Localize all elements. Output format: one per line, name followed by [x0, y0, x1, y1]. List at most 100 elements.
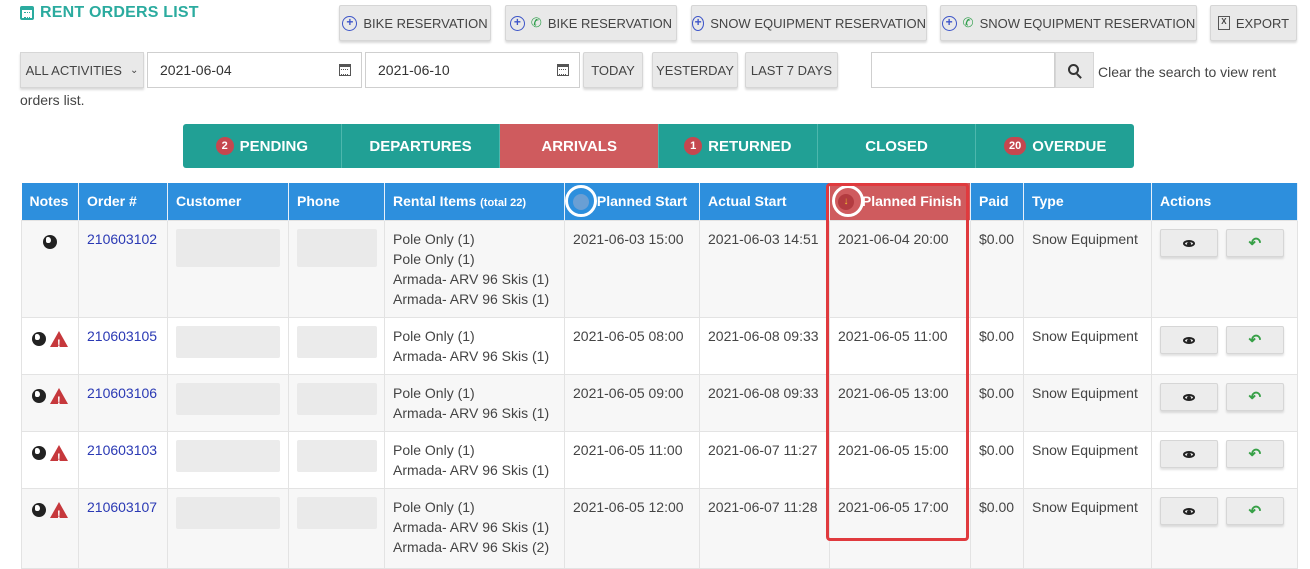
globe-icon[interactable] [32, 502, 46, 517]
phone-cell [288, 487, 385, 569]
tab-overdue[interactable]: 20 OVERDUE [976, 124, 1134, 168]
column-paid[interactable]: Paid [970, 183, 1024, 220]
items-cell: Pole Only (1) Armada- ARV 96 Skis (1) [384, 430, 565, 489]
return-button[interactable]: ↶ [1225, 439, 1284, 468]
rent-orders-table: Notes Order # Customer Phone Rental Item… [21, 183, 1298, 569]
planned-finish-cell: 2021-06-05 11:00 [829, 316, 971, 375]
phone-icon: ✆ [962, 15, 974, 30]
type-cell: Snow Equipment [1023, 487, 1152, 569]
customer-redacted [176, 439, 280, 472]
warning-icon[interactable] [50, 387, 68, 411]
phone-redacted [297, 382, 377, 415]
phone-icon: ✆ [530, 15, 542, 30]
rental-item: Armada- ARV 96 Skis (1) [393, 461, 550, 478]
reply-arrow-icon: ↶ [1248, 445, 1262, 463]
globe-icon[interactable] [32, 331, 46, 346]
return-button[interactable]: ↶ [1225, 228, 1284, 257]
eye-icon [1183, 240, 1195, 248]
return-button[interactable]: ↶ [1225, 325, 1284, 354]
planned-finish-cell: 2021-06-05 13:00 [829, 373, 971, 432]
rental-item: Armada- ARV 96 Skis (1) [393, 290, 550, 307]
return-button[interactable]: ↶ [1225, 382, 1284, 411]
eye-icon [1183, 394, 1195, 402]
customer-cell [167, 316, 289, 375]
tab-arrivals[interactable]: ARRIVALS [500, 124, 660, 168]
actual-start-cell: 2021-06-03 14:51 [699, 219, 830, 318]
table-row: 210603107 Pole Only (1) Armada- ARV 96 S… [21, 487, 1298, 569]
column-customer[interactable]: Customer [167, 183, 289, 220]
notes-cell [21, 373, 79, 432]
view-button[interactable] [1160, 228, 1218, 257]
warning-icon[interactable] [50, 501, 68, 525]
globe-icon[interactable] [43, 234, 57, 249]
return-button[interactable]: ↶ [1225, 496, 1284, 525]
snow-equipment-reservation-button[interactable]: + SNOW EQUIPMENT RESERVATION [691, 5, 927, 41]
tab-closed[interactable]: CLOSED [817, 124, 977, 168]
plus-circle-icon: + [692, 15, 705, 31]
rental-item: Armada- ARV 96 Skis (1) [393, 270, 550, 287]
eye-icon [1183, 451, 1195, 459]
view-button[interactable] [1160, 325, 1218, 354]
type-cell: Snow Equipment [1023, 316, 1152, 375]
rental-item: Armada- ARV 96 Skis (1) [393, 518, 550, 535]
reply-arrow-icon: ↶ [1248, 331, 1262, 349]
tab-returned-label: RETURNED [708, 137, 792, 155]
bike-reservation-label: BIKE RESERVATION [363, 15, 488, 31]
warning-icon[interactable] [50, 330, 68, 354]
tab-arrivals-label: ARRIVALS [541, 137, 617, 155]
export-button[interactable]: x EXPORT [1210, 5, 1297, 41]
actions-cell: ↶ [1151, 487, 1298, 569]
view-button[interactable] [1160, 496, 1218, 525]
tab-pending[interactable]: 2 PENDING [183, 124, 342, 168]
view-button[interactable] [1160, 439, 1218, 468]
actual-start-cell: 2021-06-08 09:33 [699, 316, 830, 375]
column-phone[interactable]: Phone [288, 183, 385, 220]
table-header-row: Notes Order # Customer Phone Rental Item… [21, 183, 1298, 220]
view-button[interactable] [1160, 382, 1218, 411]
planned-finish-cell: 2021-06-04 20:00 [829, 219, 971, 318]
search-hint: Clear the search to view rent orders lis… [20, 64, 1277, 108]
column-type[interactable]: Type [1023, 183, 1152, 220]
plus-circle-icon: + [342, 15, 358, 31]
order-cell: 210603105 [78, 316, 168, 375]
globe-icon[interactable] [32, 445, 46, 460]
phone-redacted [297, 325, 377, 358]
bike-phone-reservation-button[interactable]: + ✆ BIKE RESERVATION [505, 5, 677, 41]
actual-start-cell: 2021-06-07 11:28 [699, 487, 830, 569]
order-link[interactable]: 210603105 [87, 328, 157, 344]
rental-items-total: (total 22) [480, 197, 526, 210]
top-actions: + BIKE RESERVATION + ✆ BIKE RESERVATION … [0, 5, 1310, 41]
warning-icon[interactable] [50, 444, 68, 468]
actual-start-cell: 2021-06-07 11:27 [699, 430, 830, 489]
phone-redacted [297, 496, 377, 529]
items-cell: Pole Only (1) Armada- ARV 96 Skis (1) [384, 316, 565, 375]
customer-redacted [176, 496, 280, 529]
column-rental-items[interactable]: Rental Items (total 22) [384, 183, 565, 220]
bike-reservation-button[interactable]: + BIKE RESERVATION [339, 5, 491, 41]
column-order[interactable]: Order # [78, 183, 168, 220]
notes-cell [21, 487, 79, 569]
sort-icon[interactable] [573, 193, 589, 210]
order-link[interactable]: 210603107 [87, 499, 157, 515]
column-rental-items-label: Rental Items [393, 193, 477, 210]
notes-cell [21, 430, 79, 489]
snow-equipment-phone-reservation-button[interactable]: + ✆ SNOW EQUIPMENT RESERVATION [940, 5, 1197, 41]
order-link[interactable]: 210603102 [87, 231, 157, 247]
tab-returned[interactable]: 1 RETURNED [659, 124, 818, 168]
eye-icon [1183, 508, 1195, 516]
globe-icon[interactable] [32, 388, 46, 403]
sort-alpha-icon[interactable]: ↓ [838, 193, 854, 210]
type-cell: Snow Equipment [1023, 219, 1152, 318]
tab-overdue-badge: 20 [1003, 137, 1027, 155]
column-planned-finish[interactable]: ↓ Planned Finish [829, 183, 971, 220]
order-link[interactable]: 210603103 [87, 442, 157, 458]
customer-cell [167, 430, 289, 489]
column-planned-start[interactable]: Planned Start [564, 183, 700, 220]
column-notes[interactable]: Notes [21, 183, 79, 220]
phone-cell [288, 316, 385, 375]
customer-redacted [176, 382, 280, 415]
column-actual-start[interactable]: Actual Start [699, 183, 830, 220]
plus-circle-icon: + [509, 15, 525, 31]
order-link[interactable]: 210603106 [87, 385, 157, 401]
tab-departures[interactable]: DEPARTURES [341, 124, 501, 168]
